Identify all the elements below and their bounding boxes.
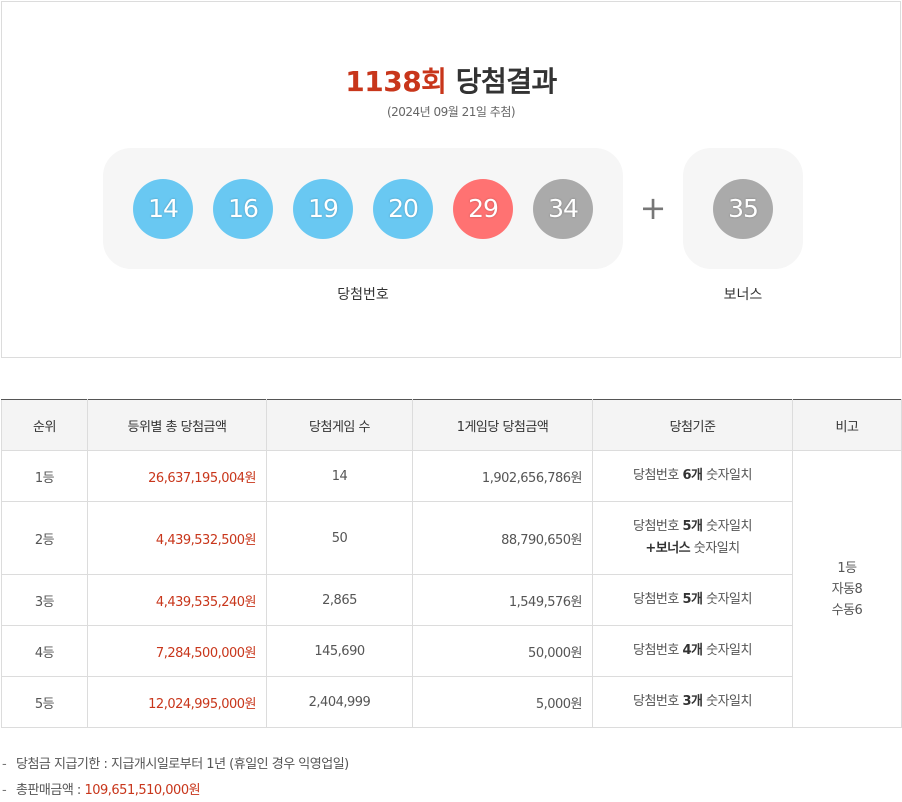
table-row: 5등 12,024,995,000원 2,404,999 5,000원 당첨번호… [1, 676, 902, 728]
rank-cell: 2등 [1, 501, 88, 575]
criteria-text: 숫자일치 [690, 541, 740, 556]
prize-per-game-cell: 1,902,656,786원 [412, 450, 593, 502]
winning-ball-5: 29 [453, 179, 513, 239]
winning-ball-3: 19 [293, 179, 353, 239]
total-prize-cell: 26,637,195,004원 [87, 450, 267, 502]
draw-date: (2024년 09월 21일 추첨) [386, 105, 516, 119]
winner-count-cell: 14 [266, 450, 413, 502]
criteria-count: 5개 [682, 592, 703, 607]
criteria-count: 5개 [682, 519, 703, 534]
note-line: 수동6 [831, 602, 863, 618]
prize-per-game-cell: 1,549,576원 [412, 574, 593, 626]
criteria-text: 당첨번호 [633, 519, 683, 534]
criteria-text: 숫자일치 [702, 592, 752, 607]
round-number: 1138회 [345, 65, 447, 98]
deadline-text: 당첨금 지급기한 : 지급개시일로부터 1년 (휴일인 경우 익영업일) [16, 757, 349, 772]
criteria-text: 숫자일치 [702, 468, 752, 483]
rank-cell: 3등 [1, 574, 88, 626]
table-row: 3등 4,439,535,240원 2,865 1,549,576원 당첨번호 … [1, 574, 902, 626]
criteria-count: 3개 [682, 694, 703, 709]
sales-label: 총판매금액 : [16, 783, 85, 798]
total-prize-cell: 4,439,535,240원 [87, 574, 267, 626]
winning-numbers-caption: 당첨번호 [337, 287, 389, 303]
criteria-text: 숫자일치 [702, 694, 752, 709]
criteria-cell: 당첨번호 5개 숫자일치 [592, 574, 793, 626]
criteria-cell: 당첨번호 5개 숫자일치 +보너스 숫자일치 [592, 501, 793, 575]
criteria-text: 당첨번호 [633, 643, 683, 658]
header-note: 비고 [792, 399, 902, 451]
winning-ball-1: 14 [133, 179, 193, 239]
table-row: 1등 26,637,195,004원 14 1,902,656,786원 당첨번… [1, 450, 902, 728]
dash-icon: - [2, 783, 7, 798]
criteria-text: 당첨번호 [633, 592, 683, 607]
table-row: 2등 4,439,532,500원 50 88,790,650원 당첨번호 5개… [1, 501, 902, 575]
bonus-caption: 보너스 [723, 287, 763, 303]
total-prize-cell: 4,439,532,500원 [87, 501, 267, 575]
total-prize-cell: 12,024,995,000원 [87, 676, 267, 728]
footnotes: - 당첨금 지급기한 : 지급개시일로부터 1년 (휴일인 경우 익영업일) -총… [0, 754, 349, 802]
bonus-number-panel: 35 [683, 148, 803, 269]
criteria-cell: 당첨번호 3개 숫자일치 [592, 676, 793, 728]
header-prize-per-game: 1게임당 당첨금액 [412, 399, 593, 451]
winner-count-cell: 50 [266, 501, 413, 575]
criteria-cell: 당첨번호 4개 숫자일치 [592, 625, 793, 677]
winning-ball-2: 16 [213, 179, 273, 239]
page-title: 1138회 당첨결과 [2, 60, 900, 100]
winner-count-cell: 145,690 [266, 625, 413, 677]
footnote-sales: - 총판매금액 : 109,651,510,000원 [0, 780, 349, 802]
plus-icon: + [639, 189, 667, 227]
rank-cell: 1등 [1, 450, 88, 502]
sales-value: 109,651,510,000원 [84, 783, 201, 798]
note-line: 1등 [837, 560, 857, 576]
header-rank: 순위 [1, 399, 88, 451]
criteria-bonus: +보너스 [645, 541, 691, 556]
total-prize-cell: 7,284,500,000원 [87, 625, 267, 677]
table-header-row: 순위 등위별 총 당첨금액 당첨게임 수 1게임당 당첨금액 당첨기준 비고 [1, 399, 902, 451]
note-line: 자동8 [831, 581, 863, 597]
winning-ball-4: 20 [373, 179, 433, 239]
rank-cell: 5등 [1, 676, 88, 728]
criteria-cell: 당첨번호 6개 숫자일치 [592, 450, 793, 502]
criteria-text: 숫자일치 [702, 643, 752, 658]
header-winner-count: 당첨게임 수 [266, 399, 413, 451]
criteria-text: 숫자일치 [702, 519, 752, 534]
winner-count-cell: 2,865 [266, 574, 413, 626]
header-total-prize: 등위별 총 당첨금액 [87, 399, 267, 451]
note-cell: 1등 자동8 수동6 [792, 450, 902, 728]
criteria-text: 당첨번호 [633, 468, 683, 483]
table-row: 4등 7,284,500,000원 145,690 50,000원 당첨번호 4… [1, 625, 902, 677]
criteria-count: 6개 [682, 468, 703, 483]
prize-per-game-cell: 5,000원 [412, 676, 593, 728]
criteria-count: 4개 [682, 643, 703, 658]
title-suffix: 당첨결과 [455, 65, 558, 98]
criteria-text: 당첨번호 [633, 694, 683, 709]
prize-table: 순위 등위별 총 당첨금액 당첨게임 수 1게임당 당첨금액 당첨기준 비고 1… [1, 399, 902, 728]
winning-numbers-panel: 14 16 19 20 29 34 [103, 148, 623, 269]
footnote-deadline: - 당첨금 지급기한 : 지급개시일로부터 1년 (휴일인 경우 익영업일) [0, 754, 349, 780]
rank-cell: 4등 [1, 625, 88, 677]
prize-per-game-cell: 50,000원 [412, 625, 593, 677]
header-criteria: 당첨기준 [592, 399, 793, 451]
bonus-ball: 35 [713, 179, 773, 239]
winner-count-cell: 2,404,999 [266, 676, 413, 728]
dash-icon: - [2, 757, 7, 772]
winning-ball-6: 34 [533, 179, 593, 239]
prize-per-game-cell: 88,790,650원 [412, 501, 593, 575]
draw-result-panel: 1138회 당첨결과 (2024년 09월 21일 추첨) 14 16 19 2… [1, 1, 901, 358]
